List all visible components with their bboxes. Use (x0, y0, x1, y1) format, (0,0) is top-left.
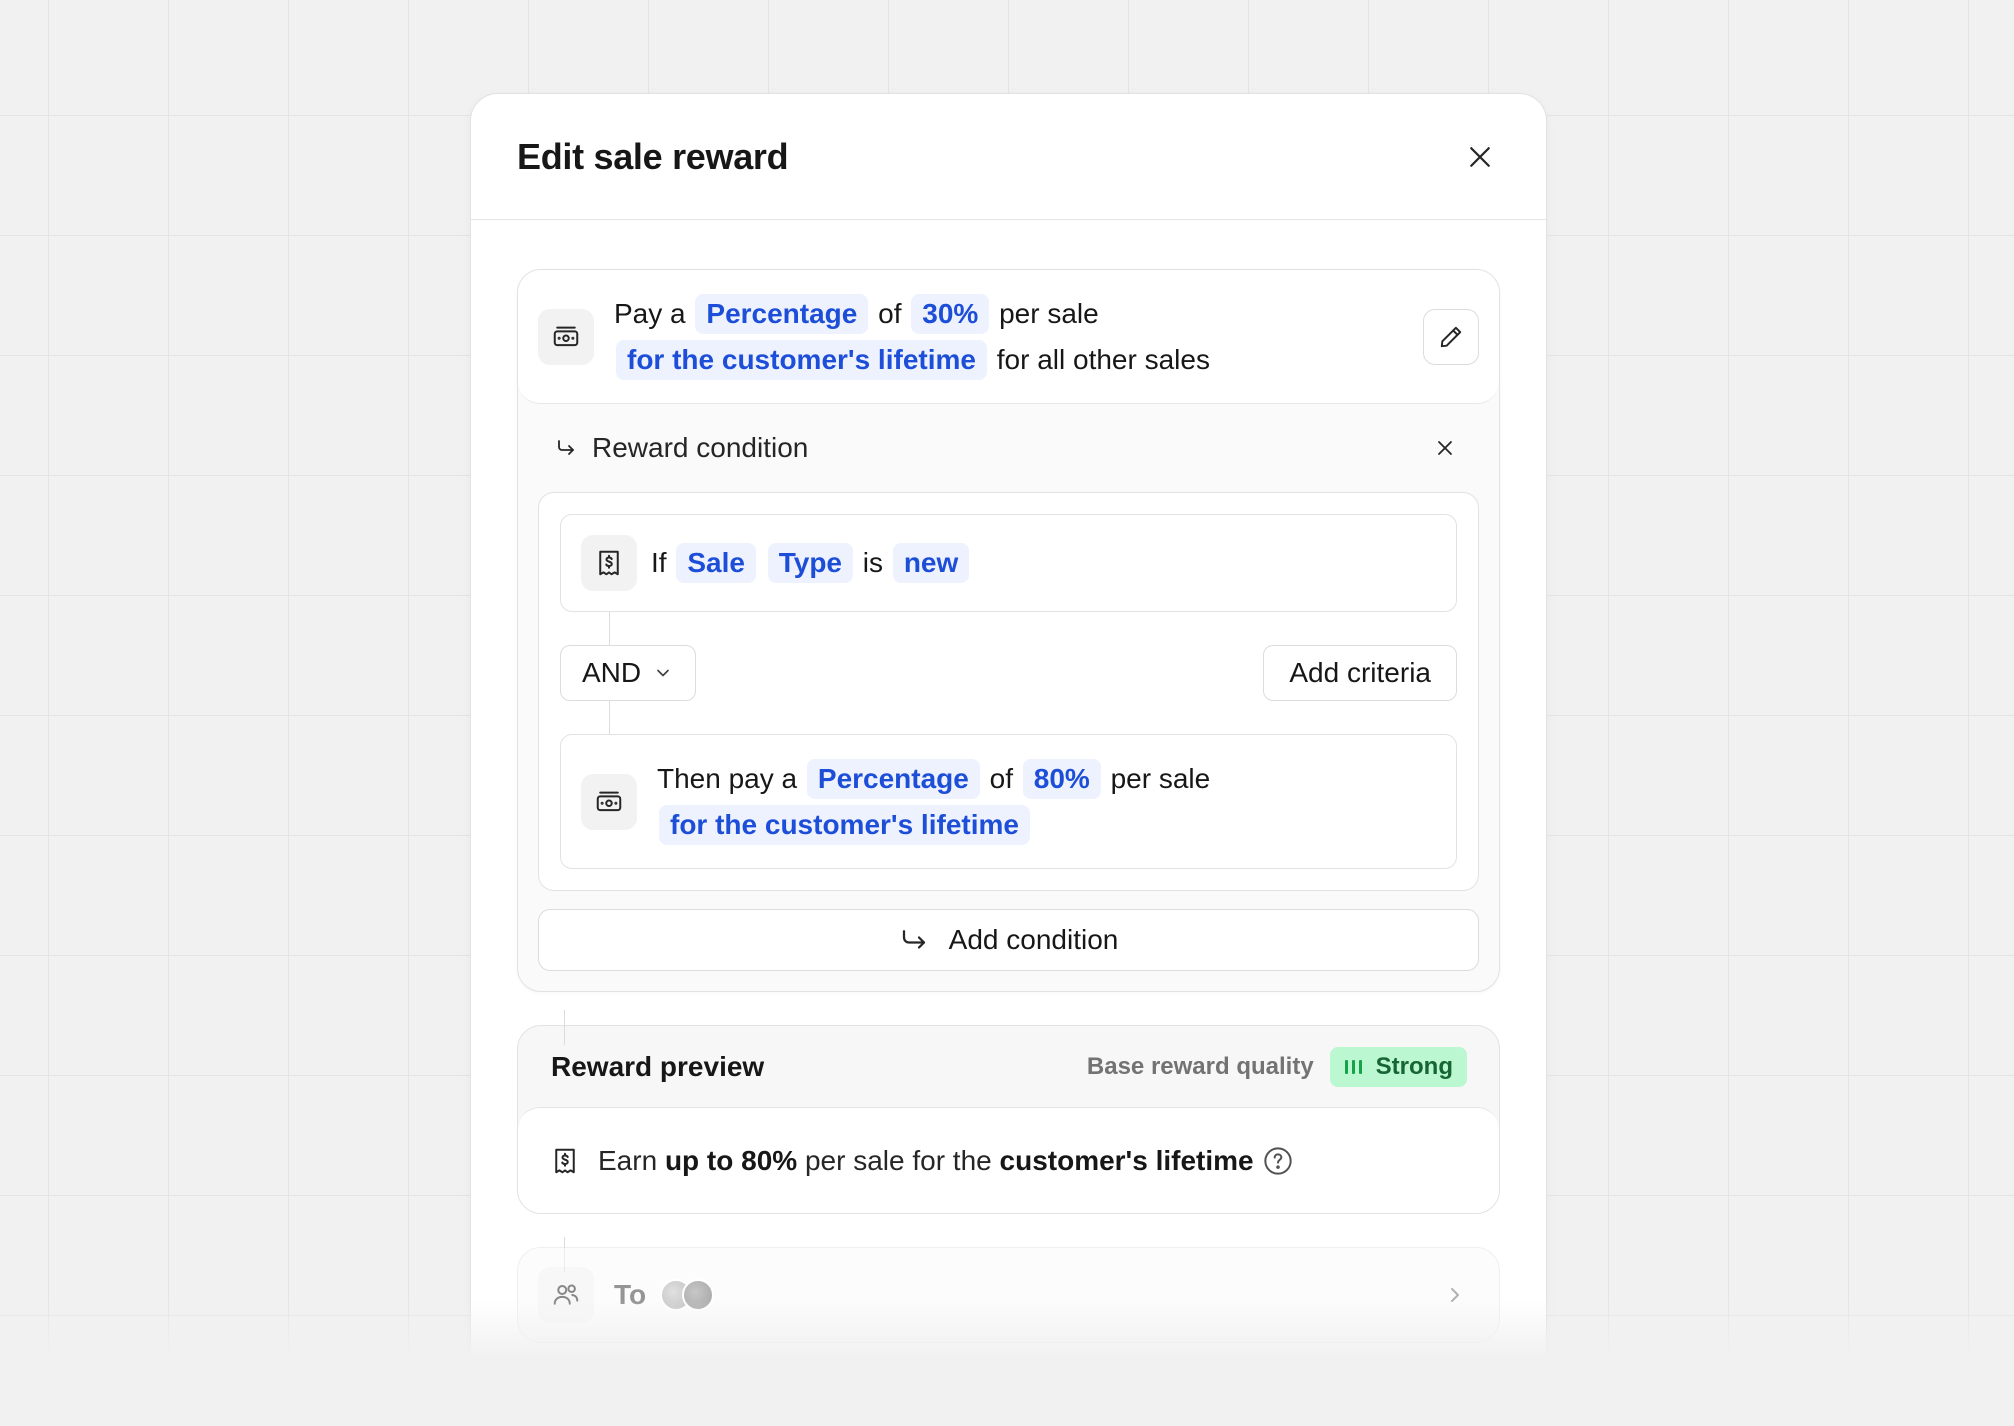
then-description: Then pay a Percentage of 80% per sale fo… (657, 756, 1210, 848)
reward-per: per sale (999, 297, 1099, 329)
connector-line (564, 1010, 565, 1045)
reward-amount-chip[interactable]: 30% (911, 293, 990, 334)
close-button[interactable] (1452, 129, 1508, 185)
then-amount-chip[interactable]: 80% (1022, 758, 1101, 799)
then-duration-chip[interactable]: for the customer's lifetime (659, 804, 1030, 845)
reward-condition-section: Reward condition If Sale Type is new AND… (518, 404, 1499, 991)
criteria-icon-box (581, 535, 637, 591)
modal-header: Edit sale reward (471, 94, 1546, 220)
criteria-description: If Sale Type is new (651, 540, 971, 586)
signal-bars-icon (1344, 1059, 1362, 1074)
condition-header: Reward condition (538, 404, 1479, 492)
remove-condition-button[interactable] (1425, 428, 1465, 468)
edit-reward-button[interactable] (1423, 308, 1479, 365)
add-condition-label: Add condition (948, 924, 1119, 955)
then-card: Then pay a Percentage of 80% per sale fo… (560, 734, 1457, 869)
modal-body: Pay a Percentage of 30% per sale for the… (471, 220, 1546, 1343)
pencil-icon (1440, 326, 1462, 347)
reward-prefix: Pay a (614, 297, 686, 329)
close-icon (1470, 146, 1490, 167)
bottom-fade-overlay (0, 1300, 2014, 1426)
reward-type-chip[interactable]: Percentage (695, 293, 869, 334)
preview-body: Earn up to 80% per sale for the customer… (518, 1107, 1499, 1213)
preview-earn-duration: customer's lifetime (999, 1144, 1254, 1176)
modal-title: Edit sale reward (517, 135, 789, 177)
logic-operator-dropdown[interactable]: AND (560, 645, 696, 701)
reward-card: Pay a Percentage of 30% per sale for the… (517, 269, 1500, 992)
banknote-icon (596, 791, 622, 811)
reward-description: Pay a Percentage of 30% per sale for the… (614, 291, 1423, 383)
corner-down-right-icon (902, 930, 925, 949)
close-icon (1438, 441, 1452, 455)
criteria-value-chip[interactable]: new (892, 543, 970, 583)
reward-summary: Pay a Percentage of 30% per sale for the… (518, 270, 1499, 404)
preview-title: Reward preview (551, 1050, 765, 1082)
add-criteria-button[interactable]: Add criteria (1263, 645, 1457, 701)
banknote-icon (553, 326, 579, 346)
quality-value: Strong (1375, 1052, 1453, 1080)
receipt-dollar-icon (555, 1148, 575, 1173)
then-icon-box (581, 773, 637, 830)
edit-sale-reward-modal: Edit sale reward Pay a Percentage of 30%… (470, 93, 1547, 1426)
reward-icon-box (538, 308, 594, 365)
reward-quality: Base reward quality Strong (1086, 1046, 1467, 1087)
then-of: of (989, 762, 1013, 794)
condition-title: Reward condition (554, 432, 808, 464)
criteria-operator: is (862, 547, 884, 578)
reward-preview-card: Reward preview Base reward quality Stron… (517, 1025, 1500, 1214)
add-condition-button[interactable]: Add condition (538, 909, 1479, 971)
then-per: per sale (1110, 762, 1211, 794)
criteria-card: If Sale Type is new (560, 514, 1457, 612)
condition-box: If Sale Type is new AND Add criteria The… (538, 492, 1479, 891)
reward-of: of (878, 297, 902, 329)
preview-earn-mid: per sale for the (804, 1144, 992, 1176)
criteria-entity-chip[interactable]: Sale (676, 543, 756, 583)
reward-duration-chip[interactable]: for the customer's lifetime (616, 339, 987, 380)
logic-operator-label: AND (582, 657, 642, 688)
then-prefix: Then pay a (657, 762, 798, 794)
preview-earn-amount: up to 80% (664, 1144, 798, 1176)
then-type-chip[interactable]: Percentage (806, 758, 980, 799)
criteria-attribute-chip[interactable]: Type (767, 543, 854, 583)
reward-suffix: for all other sales (996, 343, 1210, 375)
receipt-dollar-icon (599, 550, 619, 576)
quality-badge: Strong (1329, 1046, 1467, 1087)
condition-title-label: Reward condition (592, 432, 809, 463)
corner-down-right-icon (558, 440, 574, 455)
logic-row: AND Add criteria (560, 645, 1457, 701)
chevron-down-icon (657, 669, 669, 677)
if-label: If (651, 547, 667, 578)
help-circle-icon[interactable] (1262, 1145, 1294, 1177)
preview-header: Reward preview Base reward quality Stron… (518, 1026, 1499, 1107)
quality-label: Base reward quality (1086, 1052, 1314, 1080)
preview-earn: Earn (598, 1144, 658, 1176)
